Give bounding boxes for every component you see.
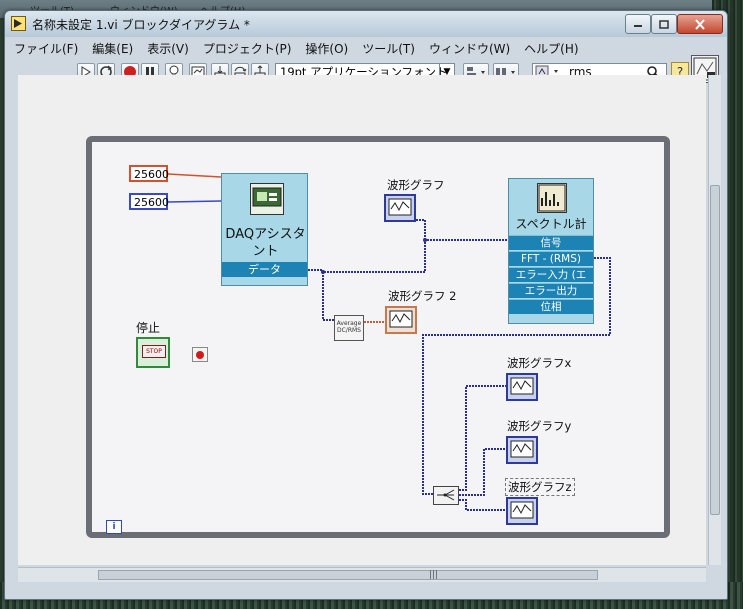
window-title: 名称未設定 1.vi ブロックダイアグラム * <box>32 18 250 32</box>
horizontal-scroll-thumb[interactable]: ||| <box>98 570 598 580</box>
vertical-scrollbar[interactable] <box>708 75 721 565</box>
maximize-button[interactable] <box>651 14 677 34</box>
spectral-input-signal[interactable]: 信号 <box>509 235 593 250</box>
stop-button-terminal[interactable]: STOP <box>136 337 170 368</box>
daq-output-data-terminal[interactable]: データ <box>222 262 307 277</box>
waveform-graph-z-terminal[interactable] <box>506 497 538 525</box>
menu-operate[interactable]: 操作(O) <box>298 40 355 57</box>
waveform-graph-2-terminal[interactable] <box>385 306 417 334</box>
minimize-button[interactable] <box>625 14 651 34</box>
daq-device-icon <box>250 183 284 215</box>
menu-tools[interactable]: ツール(T) <box>355 40 422 57</box>
waveform-graph-y-label: 波形グラフy <box>507 419 572 433</box>
stop-button-face: STOP <box>142 345 166 358</box>
menu-view[interactable]: 表示(V) <box>140 40 196 57</box>
spectral-measurements-title: スペクトル計 <box>515 217 587 231</box>
numeric-constant-1[interactable]: 25600 <box>129 165 169 182</box>
close-icon <box>695 18 705 30</box>
menu-window[interactable]: ウィンドウ(W) <box>422 40 517 57</box>
waveform-graph-icon <box>510 501 534 519</box>
spectrum-icon <box>537 183 567 213</box>
waveform-graph-icon <box>510 440 534 458</box>
minimize-icon <box>634 25 642 27</box>
waveform-graph-x-terminal[interactable] <box>506 373 538 401</box>
spectral-measurements-node[interactable]: スペクトル計 信号 FFT - (RMS) エラー入力 (エ エラー出力 位相 <box>508 178 594 324</box>
menu-project[interactable]: プロジェクト(P) <box>196 40 299 57</box>
menu-edit[interactable]: 編集(E) <box>85 40 140 57</box>
menu-bar: ファイル(F) 編集(E) 表示(V) プロジェクト(P) 操作(O) ツール(… <box>7 38 697 58</box>
waveform-graph-icon <box>510 377 534 395</box>
daq-assistant-node[interactable]: DAQアシスタント データ <box>221 173 308 286</box>
title-bar[interactable]: 名称未設定 1.vi ブロックダイアグラム * <box>5 11 727 37</box>
close-button[interactable] <box>677 14 723 34</box>
spectral-output-fft-rms[interactable]: FFT - (RMS) <box>509 251 593 266</box>
waveform-graph-icon <box>388 198 412 216</box>
waveform-graph-2-label: 波形グラフ 2 <box>388 289 457 303</box>
daq-assistant-title: DAQアシスタント <box>225 227 306 259</box>
waveform-graph-x-label: 波形グラフx <box>507 356 572 370</box>
stop-button-label: 停止 <box>136 321 161 335</box>
waveform-graph-1-label: 波形グラフ <box>387 178 445 192</box>
average-dc-rms-node[interactable]: Average DC/RMS <box>334 315 364 341</box>
waveform-graph-icon <box>389 310 413 328</box>
waveform-graph-y-terminal[interactable] <box>506 436 538 464</box>
vertical-scroll-thumb[interactable] <box>710 185 720 515</box>
labview-app-icon <box>11 16 26 31</box>
spectral-error-in[interactable]: エラー入力 (エ <box>509 267 593 282</box>
stop-condition-icon <box>196 351 204 359</box>
maximize-icon <box>659 19 669 29</box>
menu-file[interactable]: ファイル(F) <box>7 40 85 57</box>
horizontal-scrollbar[interactable]: ||| <box>18 567 706 582</box>
numeric-constant-2[interactable]: 25600 <box>129 193 169 210</box>
iteration-terminal[interactable]: i <box>106 520 122 534</box>
waveform-graph-z-label: 波形グラフz <box>505 478 575 496</box>
menu-help[interactable]: ヘルプ(H) <box>517 40 585 57</box>
spectral-error-out[interactable]: エラー出力 <box>509 283 593 298</box>
split-signals-icon <box>437 489 455 501</box>
waveform-graph-1-terminal[interactable] <box>384 194 416 222</box>
spectral-phase[interactable]: 位相 <box>509 299 593 314</box>
split-signals-node[interactable] <box>433 486 459 505</box>
loop-condition-terminal[interactable] <box>192 347 208 362</box>
